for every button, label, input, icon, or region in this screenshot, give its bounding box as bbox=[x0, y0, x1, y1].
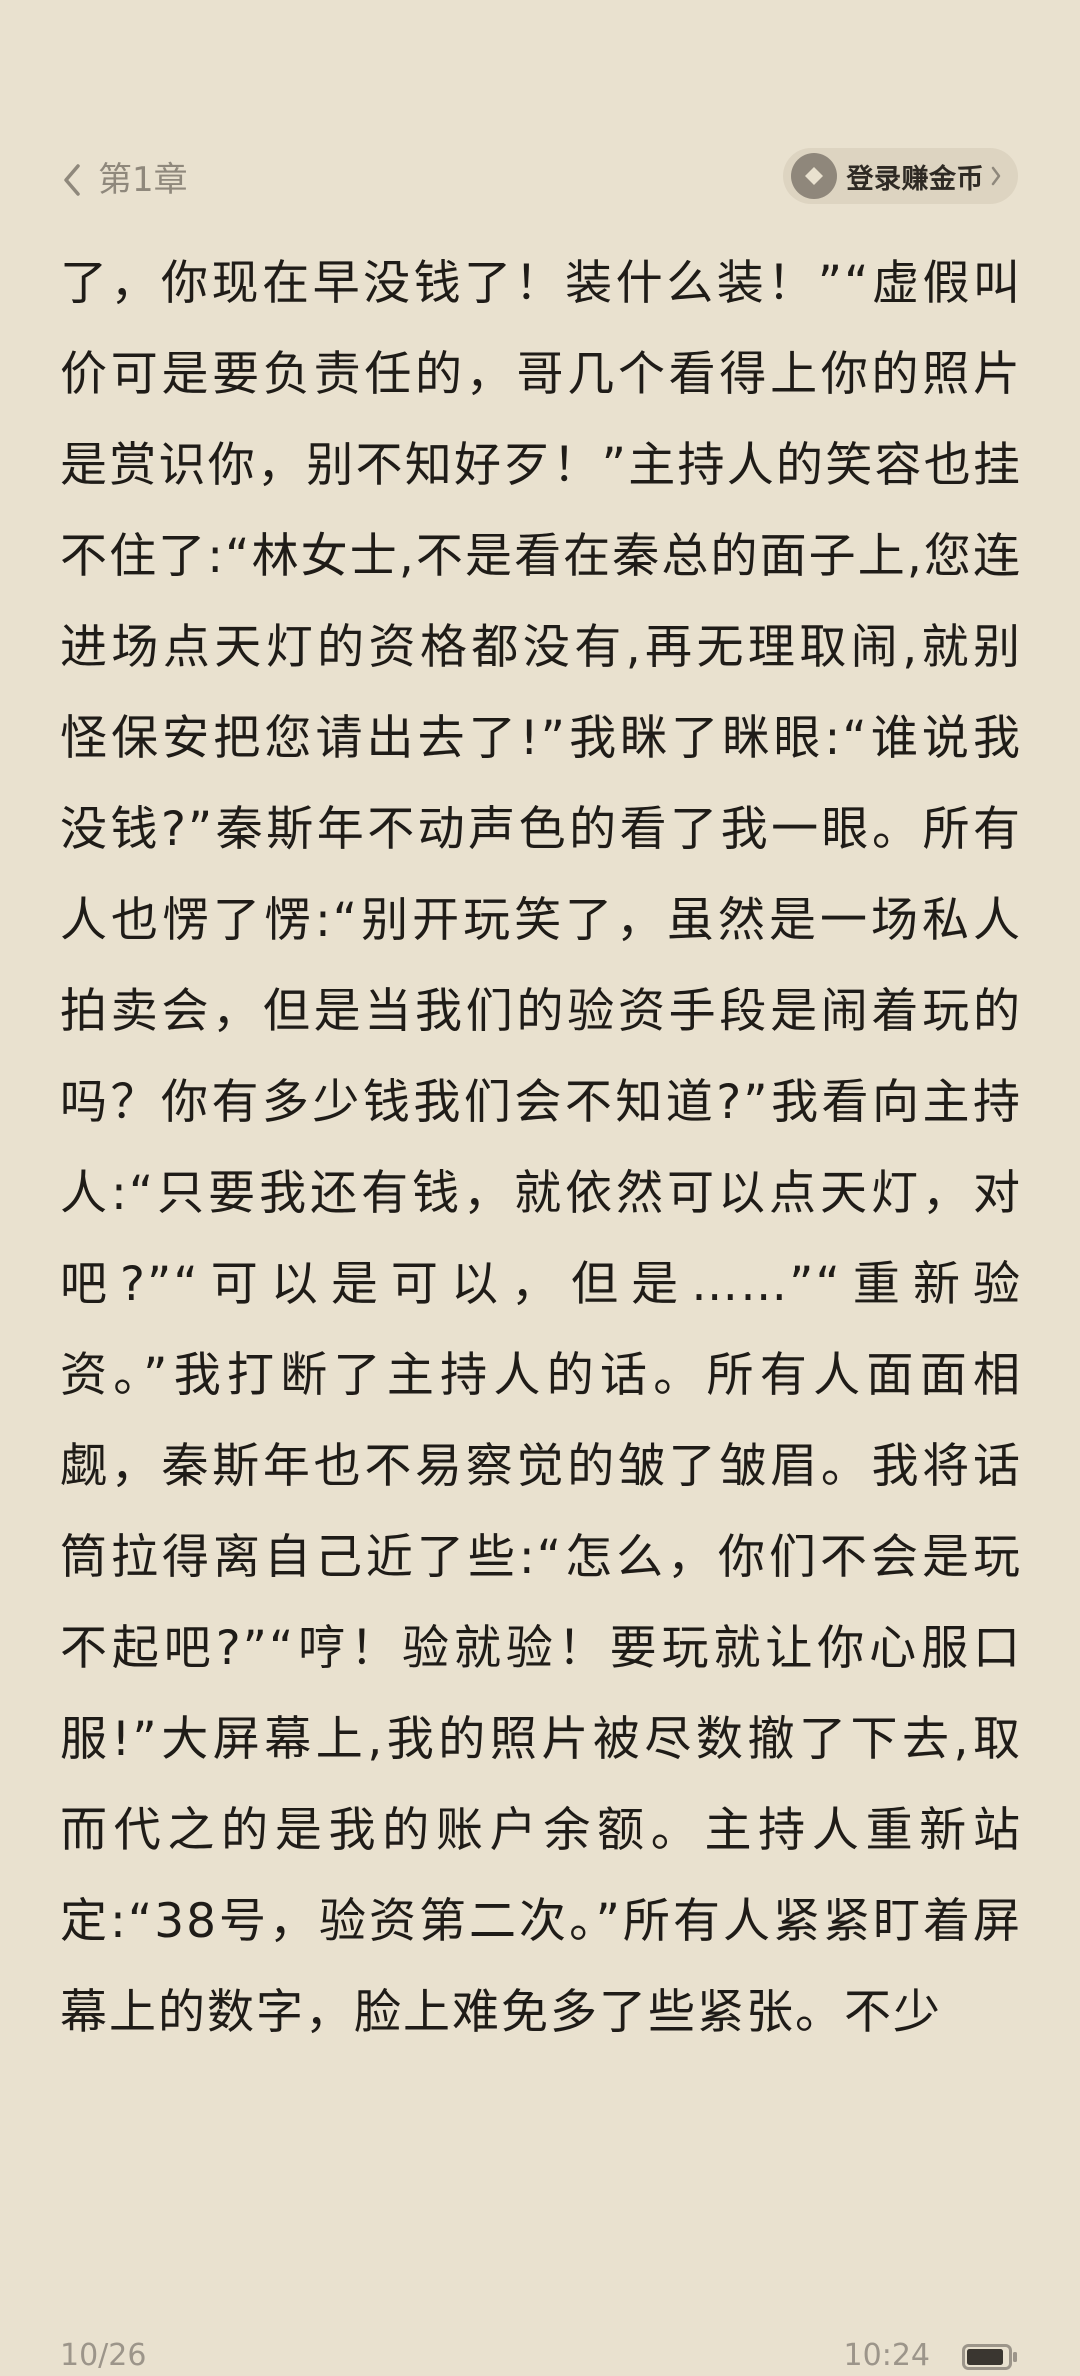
battery-level-fill bbox=[967, 2349, 1003, 2365]
status-footer: 10/26 10:24 bbox=[0, 2336, 1080, 2376]
login-earn-coins-button[interactable]: 登录赚金币 bbox=[782, 148, 1018, 204]
chevron-right-icon bbox=[990, 165, 1002, 187]
chapter-title[interactable]: 第1章 bbox=[98, 156, 188, 204]
login-earn-coins-label: 登录赚金币 bbox=[846, 163, 984, 195]
top-bar: 第1章 登录赚金币 bbox=[0, 140, 1080, 220]
chevron-left-icon bbox=[64, 164, 80, 196]
battery-icon bbox=[962, 2344, 1017, 2370]
clock-time: 10:24 bbox=[843, 2338, 930, 2373]
chapter-body-text: 了，你现在早没钱了！装什么装！”“虚假叫价可是要负责任的，哥几个看得上你的照片是… bbox=[60, 256, 1022, 2040]
page-progress: 10/26 bbox=[60, 2338, 147, 2373]
diamond-coin-icon bbox=[790, 153, 837, 199]
back-button[interactable] bbox=[56, 160, 88, 200]
